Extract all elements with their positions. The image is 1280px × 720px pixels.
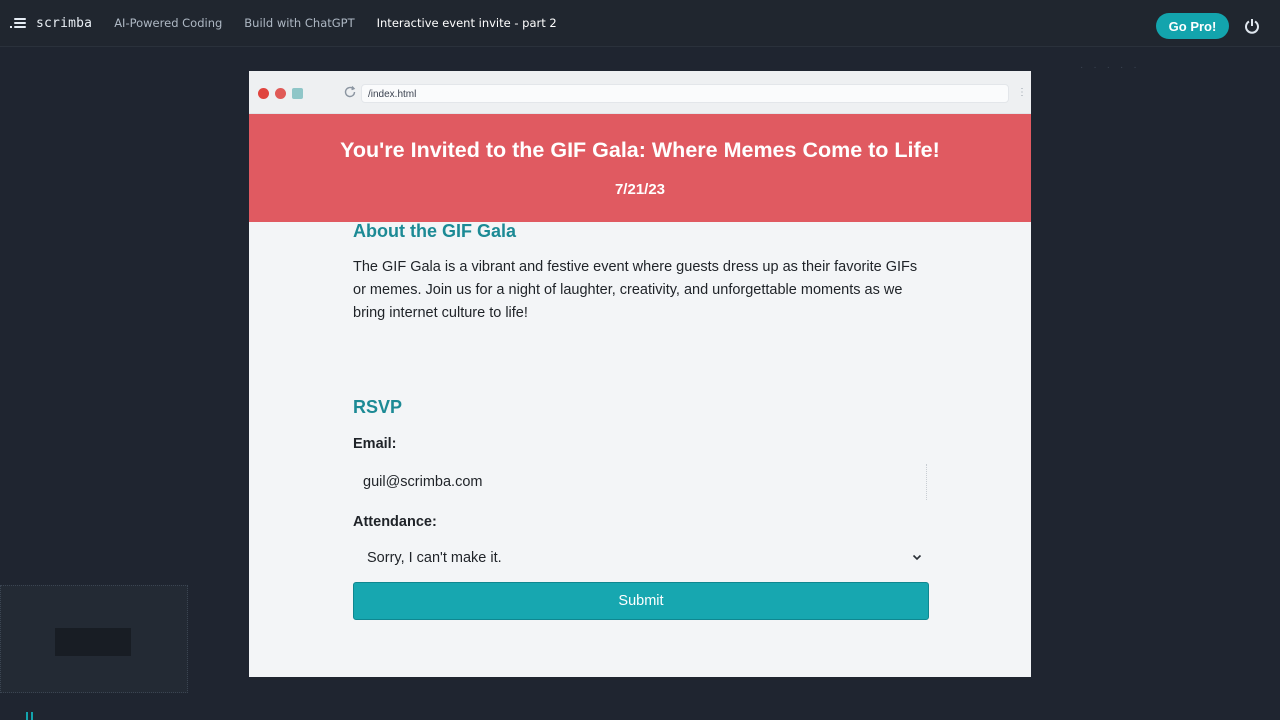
top-navigation: scrimba AI-Powered Coding Build with Cha… bbox=[0, 0, 1280, 47]
more-options-icon[interactable]: ⋮ bbox=[1017, 87, 1027, 98]
minimize-window-icon[interactable] bbox=[275, 88, 286, 99]
breadcrumb-module[interactable]: Build with ChatGPT bbox=[244, 16, 354, 30]
reload-icon[interactable] bbox=[343, 85, 357, 99]
about-heading: About the GIF Gala bbox=[353, 221, 517, 241]
decorative-dots: ····· bbox=[1080, 62, 1147, 73]
brand-name: scrimba bbox=[36, 15, 93, 31]
rsvp-heading: RSVP bbox=[353, 397, 403, 417]
address-bar[interactable]: /index.html bbox=[361, 84, 1009, 103]
power-icon[interactable] bbox=[1244, 18, 1260, 34]
attendance-select[interactable]: Sorry, I can't make it. bbox=[353, 540, 927, 576]
about-text: The GIF Gala is a vibrant and festive ev… bbox=[353, 259, 918, 321]
go-pro-button[interactable]: Go Pro! bbox=[1156, 13, 1229, 39]
main-content: About the GIF Gala The GIF Gala is a vib… bbox=[353, 221, 929, 620]
close-window-icon[interactable] bbox=[258, 88, 269, 99]
video-placeholder bbox=[55, 628, 131, 656]
breadcrumb-lesson[interactable]: Interactive event invite - part 2 bbox=[377, 16, 557, 30]
browser-chrome: /index.html ⋮ bbox=[249, 71, 1031, 114]
email-label: Email: bbox=[353, 436, 397, 452]
about-section: About the GIF Gala The GIF Gala is a vib… bbox=[353, 221, 927, 325]
rsvp-section: RSVP Email: Attendance: Sorry, I can't m… bbox=[353, 397, 929, 620]
scrimba-logo[interactable]: scrimba bbox=[10, 16, 92, 31]
instructor-video-thumbnail[interactable] bbox=[0, 585, 188, 693]
expand-window-icon[interactable] bbox=[292, 88, 303, 99]
attendance-selected-value: Sorry, I can't make it. bbox=[367, 550, 502, 566]
breadcrumb-course[interactable]: AI-Powered Coding bbox=[114, 16, 222, 30]
scrimba-logo-icon bbox=[10, 16, 28, 30]
invite-title: You're Invited to the GIF Gala: Where Me… bbox=[340, 138, 940, 162]
event-date: 7/21/23 bbox=[614, 181, 666, 198]
submit-button[interactable]: Submit bbox=[353, 582, 929, 620]
invite-header: You're Invited to the GIF Gala: Where Me… bbox=[249, 114, 1031, 222]
email-field[interactable] bbox=[353, 464, 927, 500]
pause-icon[interactable] bbox=[26, 712, 34, 720]
browser-preview-window: /index.html ⋮ You're Invited to the GIF … bbox=[249, 71, 1031, 677]
attendance-label: Attendance: bbox=[353, 514, 437, 530]
chevron-down-icon bbox=[912, 554, 922, 561]
